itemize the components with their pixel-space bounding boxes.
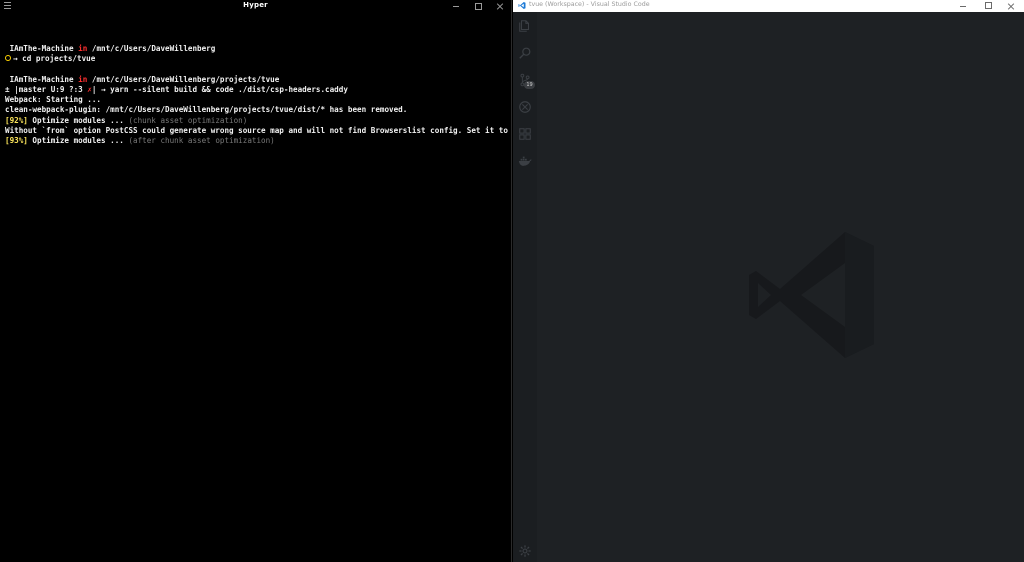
terminal-text: (chunk asset optimization) bbox=[128, 115, 248, 125]
source-control-icon[interactable]: 19 bbox=[516, 71, 535, 89]
terminal-text: Optimize modules ... bbox=[27, 135, 129, 145]
settings-gear-icon[interactable] bbox=[516, 542, 534, 560]
maximize-icon[interactable] bbox=[976, 0, 1000, 12]
terminal-text: Without `from` option PostCSS could gene… bbox=[5, 125, 522, 135]
maximize-icon[interactable] bbox=[467, 0, 489, 13]
terminal-line: [93%] Optimize modules ... (after chunk … bbox=[5, 136, 507, 146]
hyper-terminal-window[interactable]: Hyper IAmThe-Machine in /mnt/c/Users/Dav… bbox=[0, 0, 522, 562]
explorer-icon[interactable] bbox=[516, 17, 534, 35]
terminal-text: /mnt/c/Users/DaveWillenberg bbox=[87, 44, 216, 54]
close-icon[interactable] bbox=[1000, 0, 1024, 12]
terminal-line: Without `from` option PostCSS could gene… bbox=[5, 126, 522, 136]
vscode-window[interactable]: tvue (Workspace) - Visual Studio Code 19 bbox=[513, 0, 1024, 562]
extensions-icon[interactable] bbox=[516, 125, 534, 143]
debug-icon[interactable] bbox=[516, 98, 534, 116]
terminal-text: in bbox=[78, 74, 88, 84]
activity-bar: 19 bbox=[513, 12, 537, 562]
terminal-text: | → yarn --silent build && code ./dist/c… bbox=[91, 84, 348, 94]
terminal-text: Optimize modules ... bbox=[27, 115, 129, 125]
terminal-text: IAmThe-Machine bbox=[5, 74, 79, 84]
search-icon[interactable] bbox=[516, 44, 534, 62]
terminal-line: IAmThe-Machine in /mnt/c/Users/DaveWille… bbox=[5, 44, 507, 54]
close-icon[interactable] bbox=[489, 0, 511, 13]
terminal-line: clean-webpack-plugin: /mnt/c/Users/DaveW… bbox=[5, 105, 507, 115]
terminal-output[interactable]: IAmThe-Machine in /mnt/c/Users/DaveWille… bbox=[5, 34, 522, 146]
terminal-text: IAmThe-Machine bbox=[5, 44, 79, 54]
terminal-text: /mnt/c/Users/DaveWillenberg/projects/tvu… bbox=[87, 74, 280, 84]
prompt-status-circle-icon bbox=[5, 55, 11, 62]
window-title: tvue (Workspace) - Visual Studio Code bbox=[529, 1, 650, 8]
terminal-text: Webpack: Starting ... bbox=[5, 95, 102, 105]
vscode-logo-icon bbox=[518, 2, 526, 9]
minimize-icon[interactable] bbox=[445, 0, 467, 13]
terminal-line: [92%] Optimize modules ... (chunk asset … bbox=[5, 116, 507, 126]
editor-empty-area[interactable] bbox=[537, 12, 1024, 562]
hyper-titlebar[interactable]: Hyper bbox=[0, 0, 511, 13]
terminal-text: (after chunk asset optimization) bbox=[128, 135, 275, 145]
terminal-text: [92%] bbox=[5, 115, 28, 125]
docker-icon[interactable] bbox=[516, 152, 534, 170]
terminal-text: ± |master U:9 ?:3 bbox=[5, 84, 88, 94]
terminal-text: → cd projects/tvue bbox=[13, 54, 96, 64]
vscode-watermark-logo bbox=[749, 232, 874, 358]
terminal-text: [93%] bbox=[5, 135, 28, 145]
window-title: Hyper bbox=[243, 1, 268, 9]
vscode-titlebar[interactable]: tvue (Workspace) - Visual Studio Code bbox=[513, 0, 1024, 12]
terminal-text: in bbox=[78, 44, 88, 54]
terminal-line: → cd projects/tvue bbox=[5, 54, 507, 64]
terminal-line: IAmThe-Machine in /mnt/c/Users/DaveWille… bbox=[5, 75, 507, 85]
terminal-text: clean-webpack-plugin: /mnt/c/Users/DaveW… bbox=[5, 105, 408, 115]
source-control-badge: 19 bbox=[524, 81, 535, 89]
minimize-icon[interactable] bbox=[952, 0, 976, 12]
terminal-line: Webpack: Starting ... bbox=[5, 95, 507, 105]
terminal-line: ± |master U:9 ?:3 ✗| → yarn --silent bui… bbox=[5, 85, 507, 95]
